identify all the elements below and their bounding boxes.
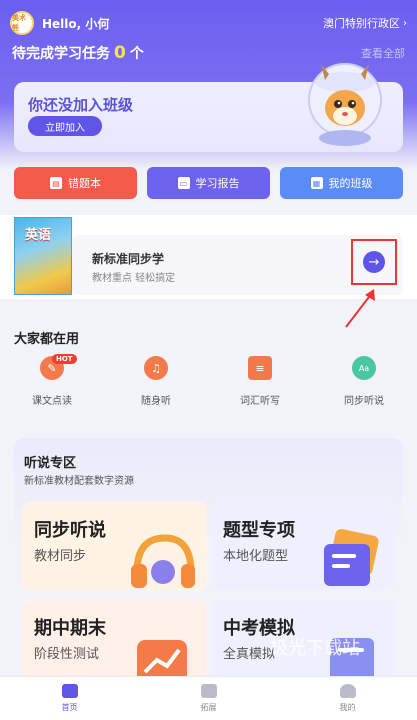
my-class-button[interactable]: ▦ 我的班级 — [280, 167, 403, 199]
join-now-button[interactable]: 立即加入 — [28, 116, 102, 136]
class-icon: ▦ — [310, 177, 323, 189]
tile-title: 题型专项 — [223, 520, 295, 541]
sync-study-title: 新标准同步学 — [92, 252, 165, 266]
sync-speaking-label: 同步听说 — [344, 396, 384, 407]
vocab-dictation-label: 词汇听写 — [240, 396, 280, 407]
watermark: 极光下载站 — [270, 638, 360, 659]
listening-zone-subtitle: 新标准教材配套数字资源 — [24, 476, 134, 487]
study-report-label: 学习报告 — [195, 177, 240, 190]
tile-subtitle: 教材同步 — [34, 549, 87, 564]
nav-expand-label: 拓展 — [200, 703, 217, 712]
greeting-text: Hello, 小何 — [42, 16, 110, 31]
sync-speaking-item[interactable]: Aa 同步听说 — [312, 356, 416, 416]
chevron-right-icon: › — [403, 17, 407, 29]
mistake-book-label: 错题本 — [68, 177, 101, 190]
textbook-title: 英语 — [25, 228, 52, 243]
pending-tasks-count: 0 — [114, 43, 126, 63]
highlight-box: → — [351, 239, 397, 285]
question-type-tile[interactable]: 题型专项 本地化题型 — [211, 502, 396, 590]
bottom-navigation: 首页 拓展 我的 — [0, 676, 417, 720]
home-icon — [61, 684, 78, 698]
portable-listening-label: 随身听 — [141, 396, 171, 407]
speech-icon: Aa — [352, 356, 376, 380]
english-textbook-cover: 英语 — [14, 217, 72, 295]
sync-study-subtitle: 教材重点 轻松搞定 — [92, 273, 176, 284]
popular-section-title: 大家都在用 — [14, 332, 80, 347]
tile-subtitle: 全真模拟 — [223, 647, 276, 662]
mistake-book-button[interactable]: ▤ 错题本 — [14, 167, 137, 199]
nav-mine[interactable]: 我的 — [278, 677, 417, 720]
arrow-right-icon[interactable]: → — [363, 251, 385, 273]
profile-icon — [339, 684, 356, 698]
vocab-dictation-item[interactable]: ≡ 词汇听写 — [208, 356, 312, 416]
pending-tasks-unit: 个 — [129, 46, 144, 62]
annotation-arrow-icon — [345, 289, 375, 328]
avatar-text: 美术熊 — [12, 14, 26, 32]
tile-subtitle: 阶段性测试 — [34, 647, 100, 662]
listening-zone-title: 听说专区 — [24, 456, 77, 471]
study-report-button[interactable]: ▭ 学习报告 — [147, 167, 270, 199]
text-reading-item[interactable]: ✎ HOT 课文点读 — [0, 354, 104, 416]
avatar[interactable]: 美术熊 — [10, 11, 34, 35]
deer-mascot-icon — [308, 63, 382, 146]
popular-tools: ✎ HOT 课文点读 ♫ 随身听 ≡ 词汇听写 Aa 同步听说 — [0, 354, 417, 416]
nav-expand[interactable]: 拓展 — [139, 677, 278, 720]
nav-home[interactable]: 首页 — [0, 677, 139, 720]
tile-title: 同步听说 — [34, 520, 106, 541]
join-class-title: 你还没加入班级 — [28, 96, 134, 114]
nav-mine-label: 我的 — [339, 703, 356, 712]
join-class-card: 你还没加入班级 立即加入 — [14, 63, 403, 152]
pending-tasks-label: 待完成学习任务 — [12, 46, 110, 62]
my-class-label: 我的班级 — [328, 177, 373, 190]
tile-subtitle: 本地化题型 — [223, 549, 289, 564]
region-selector[interactable]: 澳门特别行政区 › — [323, 15, 407, 31]
expand-icon — [200, 684, 217, 698]
top-bar: 美术熊 Hello, 小何 澳门特别行政区 › — [10, 8, 407, 38]
quick-actions: ▤ 错题本 ▭ 学习报告 ▦ 我的班级 — [14, 167, 403, 199]
midterm-final-tile[interactable]: 期中期末 阶段性测试 — [22, 600, 207, 688]
tile-title: 期中期末 — [34, 618, 106, 639]
sync-listening-tile[interactable]: 同步听说 教材同步 — [22, 502, 207, 590]
notebook-icon: ▤ — [50, 177, 62, 189]
folder-icon — [324, 528, 379, 586]
report-icon: ▭ — [177, 177, 190, 189]
text-reading-label: 课文点读 — [32, 396, 72, 407]
document-icon: ≡ — [248, 356, 272, 380]
portable-listening-item[interactable]: ♫ 随身听 — [104, 356, 208, 416]
headphones-icon: ♫ — [144, 356, 168, 380]
region-label: 澳门特别行政区 — [323, 17, 400, 30]
headphones-icon — [131, 534, 195, 588]
nav-home-label: 首页 — [61, 703, 78, 712]
hot-badge: HOT — [52, 354, 77, 364]
view-all-link[interactable]: 查看全部 — [361, 45, 405, 61]
